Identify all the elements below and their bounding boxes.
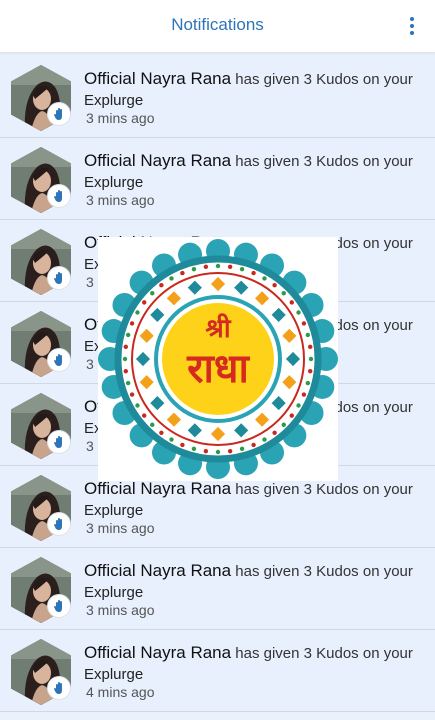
kudos-hand-icon [48, 513, 70, 535]
notification-action: has given 3 Kudos on your [235, 645, 413, 662]
notification-object[interactable]: Explurge [84, 584, 143, 601]
kudos-hand-icon [48, 595, 70, 617]
mandala-dot [191, 446, 197, 452]
notification-action: has given 3 Kudos on your [235, 481, 413, 498]
mandala-dot [159, 430, 164, 435]
mandala-dot [142, 413, 147, 418]
notification-item[interactable]: Official Nayra Rana has given 3 Kudos on… [0, 630, 435, 712]
user-name[interactable]: Official Nayra Rana [84, 643, 231, 662]
timestamp: 3 mins ago [86, 192, 155, 208]
kudos-hand-icon [48, 349, 70, 371]
mandala-dot [301, 392, 307, 397]
mandala-dot [191, 266, 197, 272]
notification-text: Official Nayra Rana has given 3 Kudos on… [84, 478, 414, 521]
mandala-dot [308, 356, 314, 362]
mandala-dot [215, 449, 221, 455]
notification-item[interactable]: Official Nayra Rana has given 3 Kudos on… [0, 56, 435, 138]
shri-text: श्री [205, 313, 231, 344]
mandala-dot [135, 403, 140, 408]
notification-text: Official Nayra Rana has given 3 Kudos on… [84, 150, 414, 193]
app-bar: Notifications [0, 0, 435, 53]
mandala-dot [203, 449, 209, 454]
page-title: Notifications [171, 15, 264, 34]
mandala-dot [169, 437, 174, 442]
mandala-dot [272, 283, 277, 288]
user-name[interactable]: Official Nayra Rana [84, 479, 231, 498]
kudos-hand-icon [48, 267, 70, 289]
mandala-dot [262, 437, 267, 442]
notification-item[interactable]: Official Nayra Rana has given 3 Kudos on… [0, 138, 435, 220]
user-name[interactable]: Official Nayra Rana [84, 561, 231, 580]
mandala-dot [289, 300, 294, 305]
mandala-dot [272, 430, 277, 435]
kudos-hand-icon [48, 677, 70, 699]
timestamp: 3 mins ago [86, 602, 155, 618]
mandala-dot [215, 263, 221, 269]
user-name[interactable]: Official Nayra Rana [84, 69, 231, 88]
mandala-dot [125, 380, 131, 386]
mandala-dot [169, 276, 174, 281]
mandala-dot [129, 321, 135, 326]
notification-text: Official Nayra Rana has given 3 Kudos on… [84, 68, 414, 111]
mandala-dot [123, 344, 128, 350]
mandala-dot [239, 446, 245, 452]
timestamp: 3 mins ago [86, 110, 155, 126]
mandala-dot [203, 264, 209, 269]
mandala-dot [125, 332, 131, 338]
radha-text: राधा [186, 346, 250, 392]
notification-action: has given 3 Kudos on your [235, 71, 413, 88]
notification-action: has given 3 Kudos on your [235, 153, 413, 170]
notification-object[interactable]: Explurge [84, 174, 143, 191]
timestamp: 3 mins ago [86, 520, 155, 536]
mandala-dot [281, 422, 286, 427]
mandala-dot [180, 442, 185, 448]
mandala-dot [129, 392, 135, 397]
mandala-dot [251, 442, 256, 448]
mandala-dot [123, 368, 128, 374]
mandala-dot [308, 344, 313, 350]
mandala-dot [301, 321, 307, 326]
notification-object[interactable]: Explurge [84, 502, 143, 519]
user-name[interactable]: Official Nayra Rana [84, 151, 231, 170]
notification-action: has given 3 Kudos on your [235, 563, 413, 580]
more-vertical-icon[interactable] [407, 15, 417, 37]
timestamp: 4 mins ago [86, 684, 155, 700]
mandala-dot [150, 422, 155, 427]
mandala-dot [239, 266, 245, 272]
mandala-dot [135, 310, 140, 315]
kudos-hand-icon [48, 185, 70, 207]
kudos-hand-icon [48, 103, 70, 125]
notification-item[interactable]: Official Nayra Rana has given 3 Kudos on… [0, 548, 435, 630]
mandala-dot [296, 310, 301, 315]
mandala-dot [251, 270, 256, 276]
mandala-dot [227, 264, 233, 269]
kudos-hand-icon [48, 431, 70, 453]
mandala-dot [150, 291, 155, 296]
mandala-dot [305, 332, 311, 338]
mandala-dot [180, 270, 185, 276]
notification-object[interactable]: Explurge [84, 92, 143, 109]
mandala-dot [227, 449, 233, 454]
mandala-dot [122, 356, 128, 362]
mandala-dot [305, 380, 311, 386]
mandala-dot [262, 276, 267, 281]
mandala-dot [159, 283, 164, 288]
notification-object[interactable]: Explurge [84, 666, 143, 683]
notification-text: Official Nayra Rana has given 3 Kudos on… [84, 642, 414, 685]
mandala-dot [289, 413, 294, 418]
notification-text: Official Nayra Rana has given 3 Kudos on… [84, 560, 414, 603]
mandala-dot [308, 368, 313, 374]
mandala-dot [281, 291, 286, 296]
mandala-dot [296, 403, 301, 408]
mandala-dot [142, 300, 147, 305]
shri-radha-image: श्री राधा [98, 237, 338, 481]
